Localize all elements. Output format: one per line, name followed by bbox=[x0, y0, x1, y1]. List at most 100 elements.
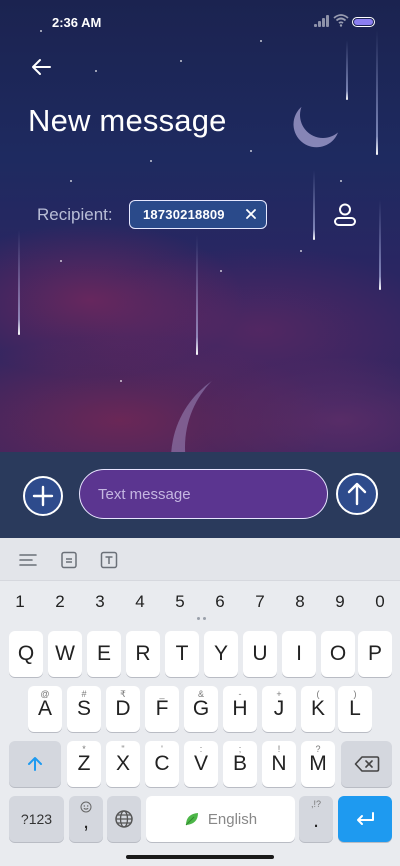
attach-button[interactable] bbox=[23, 476, 63, 516]
key-b-alt: ; bbox=[238, 744, 242, 754]
key-v[interactable]: :V bbox=[184, 741, 218, 787]
comma-key-label: , bbox=[83, 810, 89, 833]
globe-icon bbox=[115, 810, 133, 828]
clipboard-icon[interactable] bbox=[59, 550, 79, 570]
backspace-icon bbox=[354, 756, 379, 772]
key-k-label: K bbox=[310, 697, 325, 720]
send-button[interactable] bbox=[336, 473, 378, 515]
key-k-alt: ( bbox=[316, 689, 320, 699]
text-format-icon[interactable] bbox=[99, 550, 119, 570]
period-key-alt: ,!? bbox=[310, 799, 321, 809]
key-n-label: N bbox=[271, 752, 287, 775]
status-bar: 2:36 AM bbox=[0, 0, 400, 44]
key-v-label: V bbox=[193, 752, 208, 775]
key-j[interactable]: + J bbox=[262, 686, 296, 732]
key-n-alt: ! bbox=[277, 744, 281, 754]
key-h-alt: - bbox=[238, 689, 242, 699]
home-indicator[interactable] bbox=[126, 855, 274, 859]
wifi-icon bbox=[333, 14, 349, 27]
period-key[interactable]: ,!? . bbox=[299, 796, 333, 842]
key-z-label: Z bbox=[77, 752, 91, 775]
period-key-label: . bbox=[313, 809, 319, 832]
key-0[interactable]: 0 bbox=[365, 592, 395, 612]
key-1[interactable]: 1 bbox=[5, 592, 35, 612]
key-j-alt: + bbox=[276, 689, 282, 699]
key-s[interactable]: # S bbox=[67, 686, 101, 732]
key-r[interactable]: R bbox=[126, 631, 160, 677]
key-u[interactable]: U bbox=[243, 631, 277, 677]
key-9[interactable]: 9 bbox=[325, 592, 355, 612]
page-dots bbox=[197, 617, 207, 621]
key-x[interactable]: " X bbox=[106, 741, 140, 787]
key-g-label: G bbox=[192, 697, 210, 720]
key-l-alt: ) bbox=[353, 689, 357, 699]
key-m[interactable]: ? M bbox=[301, 741, 335, 787]
key-6[interactable]: 6 bbox=[205, 592, 235, 612]
key-c-alt: ' bbox=[161, 744, 163, 754]
key-h-label: H bbox=[232, 697, 248, 720]
key-o[interactable]: O bbox=[321, 631, 355, 677]
key-m-alt: ? bbox=[315, 744, 321, 754]
message-input[interactable]: Text message bbox=[79, 469, 328, 519]
key-4[interactable]: 4 bbox=[125, 592, 155, 612]
language-key[interactable] bbox=[107, 796, 141, 842]
menu-lines-icon[interactable] bbox=[18, 550, 38, 570]
battery-icon bbox=[352, 17, 375, 27]
keyboard-toolbar bbox=[0, 538, 400, 581]
contact-person-icon[interactable] bbox=[331, 201, 359, 229]
enter-key[interactable] bbox=[338, 796, 392, 842]
symbols-key-label: ?123 bbox=[20, 811, 53, 827]
key-l[interactable]: ) L bbox=[338, 686, 372, 732]
key-f-alt: _ bbox=[159, 689, 165, 699]
key-2[interactable]: 2 bbox=[45, 592, 75, 612]
page-title: New message bbox=[28, 103, 227, 138]
key-d-alt: ₹ bbox=[120, 689, 126, 699]
close-icon[interactable] bbox=[245, 208, 257, 220]
key-t[interactable]: T bbox=[165, 631, 199, 677]
key-c[interactable]: ' C bbox=[145, 741, 179, 787]
comma-key[interactable]: , bbox=[69, 796, 103, 842]
key-c-label: C bbox=[154, 752, 170, 775]
crescent-moon-small bbox=[296, 88, 349, 141]
key-b-label: B bbox=[232, 752, 247, 775]
recipient-chip[interactable]: 18730218809 bbox=[129, 200, 267, 229]
space-key[interactable]: English bbox=[146, 796, 295, 842]
key-z[interactable]: * Z bbox=[67, 741, 101, 787]
key-e[interactable]: E bbox=[87, 631, 121, 677]
recipient-label: Recipient: bbox=[37, 205, 113, 224]
enter-return-icon bbox=[357, 812, 374, 825]
key-a[interactable]: @ A bbox=[28, 686, 62, 732]
key-s-label: S bbox=[76, 697, 91, 720]
key-d[interactable]: ₹ D bbox=[106, 686, 140, 732]
key-a-label: A bbox=[37, 697, 52, 720]
key-a-alt: @ bbox=[40, 689, 50, 699]
shift-key[interactable] bbox=[9, 741, 61, 787]
key-n[interactable]: ! N bbox=[262, 741, 296, 787]
key-k[interactable]: (K bbox=[301, 686, 335, 732]
crescent-moon-large bbox=[185, 352, 375, 452]
key-w[interactable]: W bbox=[48, 631, 82, 677]
key-v-alt: : bbox=[199, 744, 203, 754]
symbols-key[interactable]: ?123 bbox=[9, 796, 64, 842]
key-x-alt: " bbox=[121, 744, 125, 754]
back-arrow-icon[interactable] bbox=[26, 52, 56, 82]
backspace-key[interactable] bbox=[341, 741, 392, 787]
key-g[interactable]: & G bbox=[184, 686, 218, 732]
key-i[interactable]: I bbox=[282, 631, 316, 677]
recipient-chip-number: 18730218809 bbox=[143, 207, 225, 222]
status-time: 2:36 AM bbox=[52, 15, 102, 30]
key-f[interactable]: _ F bbox=[145, 686, 179, 732]
shift-arrow-icon bbox=[28, 757, 42, 771]
key-7[interactable]: 7 bbox=[245, 592, 275, 612]
signal-icon bbox=[314, 15, 330, 27]
key-m-label: M bbox=[309, 752, 327, 775]
key-h[interactable]: -H bbox=[223, 686, 257, 732]
key-y[interactable]: Y bbox=[204, 631, 238, 677]
key-5[interactable]: 5 bbox=[165, 592, 195, 612]
key-p[interactable]: P bbox=[358, 631, 392, 677]
key-3[interactable]: 3 bbox=[85, 592, 115, 612]
key-q[interactable]: Q bbox=[9, 631, 43, 677]
key-b[interactable]: ; B bbox=[223, 741, 257, 787]
arrow-up-icon bbox=[347, 482, 367, 506]
key-8[interactable]: 8 bbox=[285, 592, 315, 612]
